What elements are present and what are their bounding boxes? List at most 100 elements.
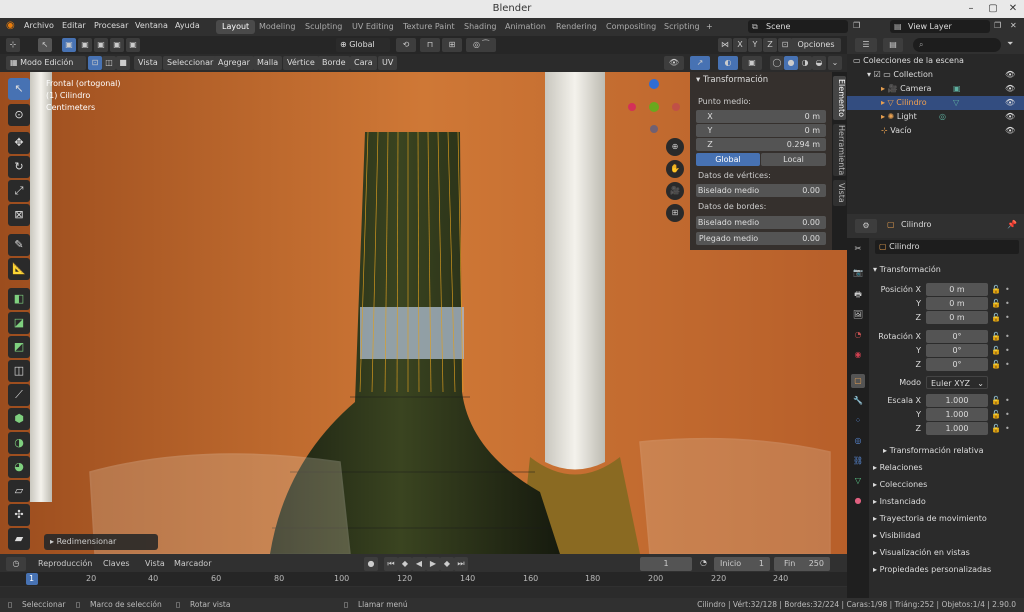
- particles-props-icon[interactable]: ⁘: [851, 414, 865, 428]
- options-dropdown[interactable]: Opciones: [791, 38, 841, 52]
- scale-tool-icon[interactable]: ⤢: [8, 180, 30, 202]
- scale-z-field[interactable]: 1.000: [926, 422, 988, 435]
- prev-keyframe-icon[interactable]: ◆: [398, 557, 412, 571]
- gizmo-neg-x-axis[interactable]: [672, 103, 680, 111]
- lock-icon[interactable]: 🔓: [991, 410, 1001, 420]
- keyframe-icon[interactable]: •: [1005, 285, 1015, 295]
- cursor-tool-icon[interactable]: ⊙: [8, 104, 30, 126]
- section-visibilidad[interactable]: ▸ Visibilidad: [873, 528, 1023, 544]
- view-layer-remove-icon[interactable]: ✕: [1010, 21, 1017, 30]
- minimize-icon[interactable]: –: [964, 2, 978, 16]
- perspective-grid-icon[interactable]: ⊞: [666, 204, 684, 222]
- eye-icon[interactable]: 👁: [1005, 110, 1015, 124]
- world-props-icon[interactable]: ◉: [851, 348, 865, 362]
- keyframe-icon[interactable]: •: [1005, 424, 1015, 434]
- material-props-icon[interactable]: ●: [851, 494, 865, 508]
- mode-dropdown[interactable]: ▦ Modo Edición: [6, 56, 86, 70]
- shear-tool-icon[interactable]: ▰: [8, 528, 30, 550]
- gizmo-z-axis[interactable]: [649, 79, 659, 89]
- jump-end-icon[interactable]: ⏭: [454, 557, 468, 571]
- gizmo-y-axis[interactable]: [649, 102, 659, 112]
- tab-sculpting[interactable]: Sculpting: [299, 20, 348, 34]
- section-trayectoria[interactable]: ▸ Trayectoria de movimiento: [873, 511, 1023, 527]
- tab-layout[interactable]: Layout: [216, 20, 256, 34]
- shading-material-icon[interactable]: ◑: [798, 56, 812, 70]
- lock-icon[interactable]: 🔓: [991, 396, 1001, 406]
- timeline-scrollbar[interactable]: [0, 587, 847, 598]
- outliner-item-camera[interactable]: ▸ 🎥 Camera ▣ 👁: [847, 82, 1024, 96]
- transform-tool-icon[interactable]: ⊠: [8, 204, 30, 226]
- menu-editar[interactable]: Editar: [62, 21, 86, 30]
- keyframe-icon[interactable]: •: [1005, 313, 1015, 323]
- end-frame-field[interactable]: Fin 250: [774, 557, 830, 571]
- jump-start-icon[interactable]: ⏮: [384, 557, 398, 571]
- outliner-search-input[interactable]: ⌕: [913, 38, 1001, 52]
- outliner-item-empty[interactable]: ⊹ Vacío 👁: [847, 124, 1024, 138]
- collection-checkbox-icon[interactable]: ☑: [874, 70, 884, 79]
- lock-icon[interactable]: 🔓: [991, 360, 1001, 370]
- blender-logo-icon[interactable]: ◉: [6, 20, 15, 31]
- rot-z-field[interactable]: 0°: [926, 358, 988, 371]
- rotate-tool-icon[interactable]: ↻: [8, 156, 30, 178]
- menu-vertice[interactable]: Vértice: [283, 56, 319, 70]
- overlay-icon[interactable]: ◐: [718, 56, 738, 70]
- poly-build-tool-icon[interactable]: ⬢: [8, 408, 30, 430]
- object-props-icon[interactable]: ▢: [851, 374, 865, 388]
- menu-uv[interactable]: UV: [378, 56, 398, 70]
- eye-icon[interactable]: 👁: [1005, 82, 1015, 96]
- outliner-editor-icon[interactable]: ☰: [855, 38, 877, 52]
- select-invert-icon[interactable]: ▣: [110, 38, 124, 52]
- menu-archivo[interactable]: Archivo: [24, 21, 54, 30]
- edge-bevel-field[interactable]: Biselado medio 0.00: [696, 216, 826, 229]
- measure-tool-icon[interactable]: 📐: [8, 258, 30, 280]
- display-mode-icon[interactable]: ▤: [883, 38, 903, 52]
- tab-shading[interactable]: Shading: [458, 20, 503, 34]
- next-keyframe-icon[interactable]: ◆: [440, 557, 454, 571]
- add-workspace-icon[interactable]: +: [700, 20, 719, 34]
- keyframe-icon[interactable]: •: [1005, 332, 1015, 342]
- record-icon[interactable]: ●: [364, 557, 378, 571]
- smooth-tool-icon[interactable]: ◕: [8, 456, 30, 478]
- data-props-icon[interactable]: ▽: [851, 474, 865, 488]
- tab-compositing[interactable]: Compositing: [600, 20, 662, 34]
- inset-tool-icon[interactable]: ◪: [8, 312, 30, 334]
- view-layer-props-icon[interactable]: 🖼: [851, 308, 865, 322]
- view-layer-copy-icon[interactable]: ❐: [994, 21, 1001, 30]
- outliner-item-cilindro[interactable]: ▸ ▽ Cilindro ▽ 👁: [847, 96, 1024, 110]
- axis-y-toggle[interactable]: Y: [748, 38, 762, 52]
- eye-icon[interactable]: 👁: [1005, 124, 1015, 138]
- constraints-props-icon[interactable]: ⛓: [851, 454, 865, 468]
- render-props-icon[interactable]: 📷: [851, 266, 865, 280]
- menu-malla[interactable]: Malla: [253, 56, 283, 70]
- editor-type-icon[interactable]: ⊹: [6, 38, 20, 52]
- tab-vista[interactable]: Vista: [833, 180, 846, 206]
- proportional-edit-icon[interactable]: ◎ ⁀: [466, 38, 496, 52]
- mesh-options-icon[interactable]: ⊡: [778, 38, 792, 52]
- menu-ayuda[interactable]: Ayuda: [175, 21, 200, 30]
- keyframe-icon[interactable]: •: [1005, 299, 1015, 309]
- lock-icon[interactable]: 🔓: [991, 313, 1001, 323]
- outliner-root[interactable]: ▭ Colecciones de la escena: [847, 54, 1024, 68]
- clock-icon[interactable]: ◔: [700, 558, 707, 567]
- menu-reproduccion[interactable]: Reproducción: [38, 559, 92, 568]
- select-subtract-icon[interactable]: ▣: [94, 38, 108, 52]
- menu-vista[interactable]: Vista: [145, 559, 165, 568]
- select-extend-icon[interactable]: ▣: [78, 38, 92, 52]
- close-icon[interactable]: ✕: [1006, 2, 1020, 16]
- gizmo-icon[interactable]: ↗: [690, 56, 710, 70]
- shading-options-icon[interactable]: ⌄: [828, 56, 842, 70]
- edge-slide-tool-icon[interactable]: ▱: [8, 480, 30, 502]
- rotation-mode-dropdown[interactable]: Euler XYZ ⌄: [926, 376, 988, 389]
- menu-vista[interactable]: Vista: [134, 56, 162, 70]
- eye-icon[interactable]: 👁: [1005, 96, 1015, 110]
- local-toggle[interactable]: Local: [761, 153, 826, 166]
- extrude-tool-icon[interactable]: ◧: [8, 288, 30, 310]
- gizmo-neg-z-axis[interactable]: [650, 125, 658, 133]
- pivot-icon[interactable]: ⟲: [396, 38, 416, 52]
- snap-target-icon[interactable]: ⊞: [442, 38, 462, 52]
- gizmo-x-axis[interactable]: [628, 103, 636, 111]
- orientation-dropdown[interactable]: ⊕ Global: [336, 38, 390, 52]
- menu-seleccionar[interactable]: Seleccionar: [163, 56, 218, 70]
- midpoint-y-field[interactable]: Y 0 m: [696, 124, 826, 137]
- tab-herramienta[interactable]: Herramienta: [833, 124, 846, 176]
